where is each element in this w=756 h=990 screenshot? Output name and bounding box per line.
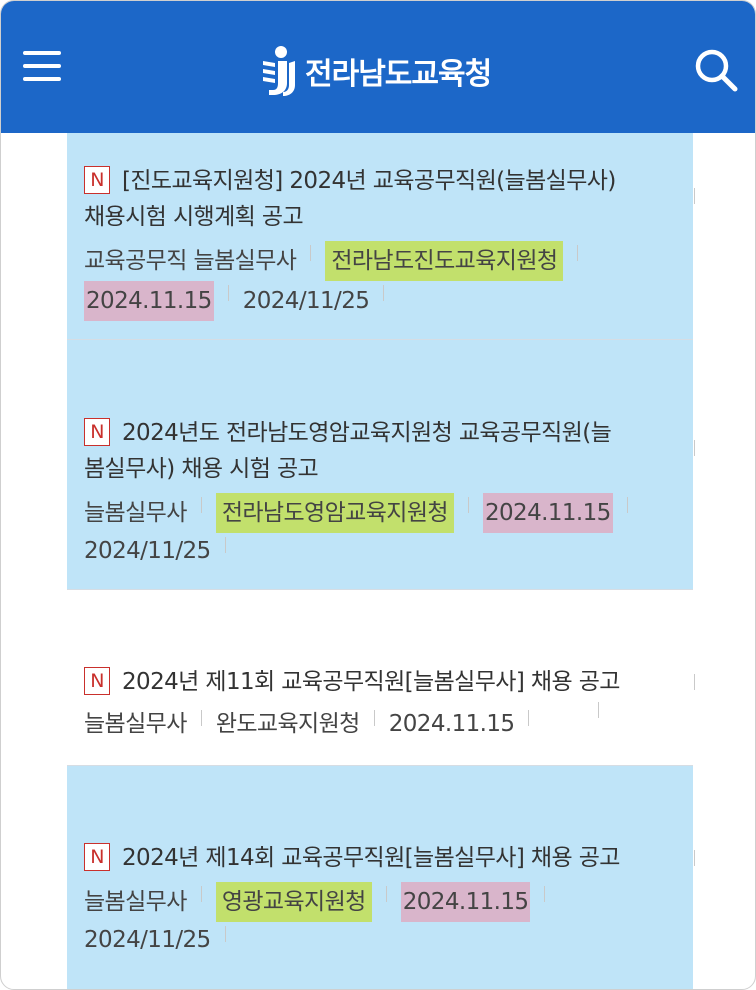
- item-title[interactable]: N 2024년 제11회 교육공무직원[늘봄실무사] 채용 공고: [84, 664, 677, 700]
- item-start-date: 2024.11.15: [84, 281, 214, 321]
- item-meta: 교육공무직 늘봄실무사 전라남도진도교육지원청: [84, 241, 677, 281]
- item-meta: 늘봄실무사 영광교육지원청 2024.11.15: [84, 882, 677, 922]
- site-logo[interactable]: 전라남도교육청: [259, 45, 492, 97]
- item-dates: 2024/11/25: [84, 922, 677, 958]
- divider: [224, 537, 226, 553]
- divider: [200, 710, 202, 726]
- divider: [227, 285, 229, 301]
- item-category: 교육공무직 늘봄실무사: [84, 248, 297, 274]
- item-title-line2: 채용시험 시행계획 공고: [84, 204, 304, 230]
- list-item[interactable]: N 2024년도 전라남도영암교육지원청 교육공무직원(늘 봄실무사) 채용 시험…: [67, 340, 695, 590]
- divider: [383, 285, 385, 301]
- item-title-line1: [진도교육지원청] 2024년 교육공무직원(늘봄실무사): [122, 168, 616, 194]
- item-end-date: 2024/11/25: [84, 538, 211, 564]
- top-bar: 전라남도교육청: [1, 1, 755, 133]
- site-title: 전라남도교육청: [305, 57, 492, 92]
- item-office: 완도교육지원청: [215, 711, 361, 737]
- item-title-line1: 2024년 제14회 교육공무직원[늘봄실무사] 채용 공고: [122, 845, 620, 871]
- item-end-date: 2024/11/25: [84, 927, 211, 953]
- divider: [528, 710, 530, 726]
- list-item[interactable]: N [진도교육지원청] 2024년 교육공무직원(늘봄실무사) 채용시험 시행계획…: [67, 133, 695, 340]
- divider: [200, 886, 202, 902]
- item-category: 늘봄실무사: [84, 500, 187, 526]
- new-badge: N: [84, 666, 110, 695]
- divider: [224, 926, 226, 942]
- new-badge: N: [84, 417, 110, 446]
- list-item[interactable]: N 2024년 제11회 교육공무직원[늘봄실무사] 채용 공고 늘봄실무사 완도교…: [67, 590, 695, 766]
- job-notice-list: N [진도교육지원청] 2024년 교육공무직원(늘봄실무사) 채용시험 시행계획…: [67, 133, 695, 989]
- item-office: 전라남도영암교육지원청: [215, 493, 454, 533]
- divider: [373, 710, 375, 726]
- item-dates: 2024/11/25: [84, 533, 677, 569]
- divider: [385, 886, 387, 902]
- item-start-date: 2024.11.15: [388, 711, 515, 737]
- divider: [467, 497, 469, 513]
- item-title-line1: 2024년 제11회 교육공무직원[늘봄실무사] 채용 공고: [122, 669, 620, 695]
- divider: [577, 245, 579, 261]
- phone-frame: 전라남도교육청 N [진도교육지원청] 2024년 교육공무직원(늘봄실무사) 채…: [0, 0, 756, 990]
- item-category: 늘봄실무사: [84, 889, 187, 915]
- new-badge: N: [84, 165, 110, 194]
- item-title[interactable]: N 2024년 제14회 교육공무직원[늘봄실무사] 채용 공고: [84, 840, 677, 876]
- item-dates: 2024.11.15 2024/11/25: [84, 281, 677, 321]
- item-start-date: 2024.11.15: [482, 493, 613, 533]
- item-start-date: 2024.11.15: [400, 882, 531, 922]
- divider: [544, 886, 546, 902]
- divider: [200, 497, 202, 513]
- item-title[interactable]: N [진도교육지원청] 2024년 교육공무직원(늘봄실무사): [84, 163, 677, 199]
- item-end-date: 2024/11/25: [242, 288, 370, 314]
- search-icon[interactable]: [693, 47, 739, 93]
- item-title-line2: 봄실무사) 채용 시험 공고: [84, 456, 319, 482]
- item-office: 영광교육지원청: [215, 882, 372, 922]
- item-meta: 늘봄실무사 완도교육지원청 2024.11.15: [84, 706, 677, 742]
- logo-icon: [263, 46, 295, 96]
- item-title-line1: 2024년도 전라남도영암교육지원청 교육공무직원(늘: [122, 420, 612, 446]
- item-office: 전라남도진도교육지원청: [325, 241, 564, 281]
- divider: [626, 497, 628, 513]
- item-title[interactable]: N 2024년도 전라남도영암교육지원청 교육공무직원(늘: [84, 415, 677, 451]
- item-category: 늘봄실무사: [84, 711, 187, 737]
- menu-icon[interactable]: [23, 51, 61, 81]
- divider: [310, 245, 312, 261]
- new-badge: N: [84, 842, 110, 871]
- list-item[interactable]: N 2024년 제14회 교육공무직원[늘봄실무사] 채용 공고 늘봄실무사 영광교…: [67, 766, 695, 989]
- item-meta: 늘봄실무사 전라남도영암교육지원청 2024.11.15: [84, 493, 677, 533]
